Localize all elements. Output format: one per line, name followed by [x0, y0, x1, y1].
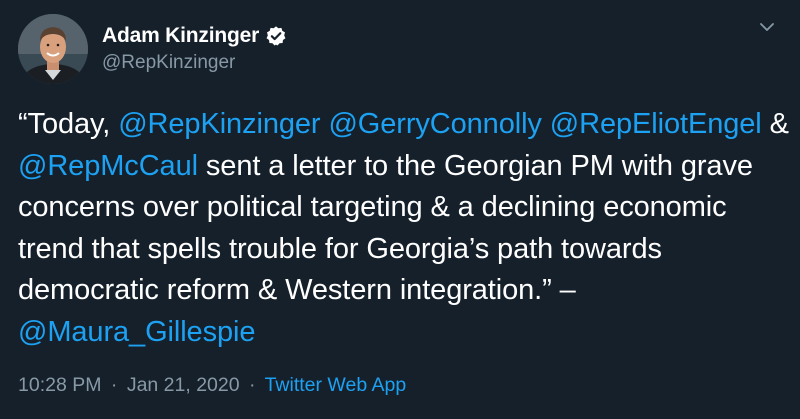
- meta-separator: ·: [110, 374, 118, 396]
- mention-link[interactable]: @Maura_Gillespie: [18, 316, 255, 348]
- tweet-time[interactable]: 10:28 PM: [18, 374, 101, 396]
- tweet-header: Adam Kinzinger @RepKinzinger: [18, 14, 782, 86]
- mention-link[interactable]: @RepEliotEngel: [550, 108, 762, 140]
- tweet-card: Adam Kinzinger @RepKinzinger “Today, @Re…: [0, 0, 800, 419]
- tweet-text-segment: [542, 108, 550, 140]
- tweet-text: “Today, @RepKinzinger @GerryConnolly @Re…: [18, 104, 793, 353]
- mention-link[interactable]: @RepKinzinger: [118, 108, 320, 140]
- mention-link[interactable]: @RepMcCaul: [18, 150, 198, 182]
- avatar-photo: [18, 14, 88, 84]
- meta-separator: ·: [249, 374, 256, 396]
- author-names: Adam Kinzinger @RepKinzinger: [102, 22, 287, 74]
- tweet-text-segment: &: [761, 108, 789, 140]
- avatar[interactable]: [18, 14, 88, 84]
- handle[interactable]: @RepKinzinger: [102, 52, 287, 74]
- display-name[interactable]: Adam Kinzinger: [102, 24, 259, 48]
- tweet-meta: 10:28 PM · Jan 21, 2020 · Twitter Web Ap…: [18, 374, 406, 397]
- tweet-date[interactable]: Jan 21, 2020: [127, 374, 240, 396]
- tweet-source-link[interactable]: Twitter Web App: [265, 374, 407, 396]
- verified-badge-icon: [265, 25, 287, 47]
- tweet-text-segment: “Today,: [18, 108, 119, 140]
- chevron-down-icon[interactable]: [756, 16, 778, 38]
- display-name-row: Adam Kinzinger: [102, 22, 287, 50]
- mention-link[interactable]: @GerryConnolly: [328, 108, 541, 140]
